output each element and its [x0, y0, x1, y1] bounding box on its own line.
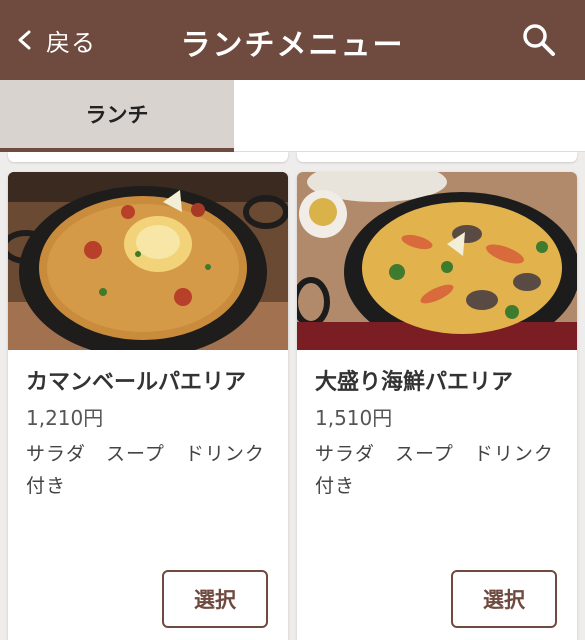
menu-list: カマンベールパエリア 1,210円 サラダ スープ ドリンク付き 選択 大盛り海…: [0, 152, 585, 640]
app-header: 戻る ランチメニュー: [0, 0, 585, 80]
dish-name: カマンベールパエリア: [26, 370, 247, 395]
menu-card[interactable]: 大盛り海鮮パエリア 1,510円 サラダ スープ ドリンク付き 選択: [297, 172, 577, 640]
dish-price: 1,510円: [315, 406, 393, 430]
dish-price: 1,210円: [26, 406, 104, 430]
select-button[interactable]: 選択: [451, 570, 557, 628]
search-button[interactable]: [519, 20, 559, 60]
select-button[interactable]: 選択: [162, 570, 268, 628]
page-title: ランチメニュー: [180, 28, 405, 63]
dish-description: サラダ スープ ドリンク付き: [315, 443, 554, 497]
dish-photo-camembert-paella: [8, 172, 288, 350]
dish-name: 大盛り海鮮パエリア: [315, 370, 514, 395]
dish-photo-seafood-paella: [297, 172, 577, 350]
tab-bar: ランチ: [0, 80, 585, 152]
previous-card-edge: [297, 152, 577, 162]
dish-description: サラダ スープ ドリンク付き: [26, 443, 265, 497]
menu-card[interactable]: カマンベールパエリア 1,210円 サラダ スープ ドリンク付き 選択: [8, 172, 288, 640]
tab-lunch[interactable]: ランチ: [0, 80, 234, 152]
search-icon: [523, 24, 555, 56]
previous-card-edge: [8, 152, 288, 162]
